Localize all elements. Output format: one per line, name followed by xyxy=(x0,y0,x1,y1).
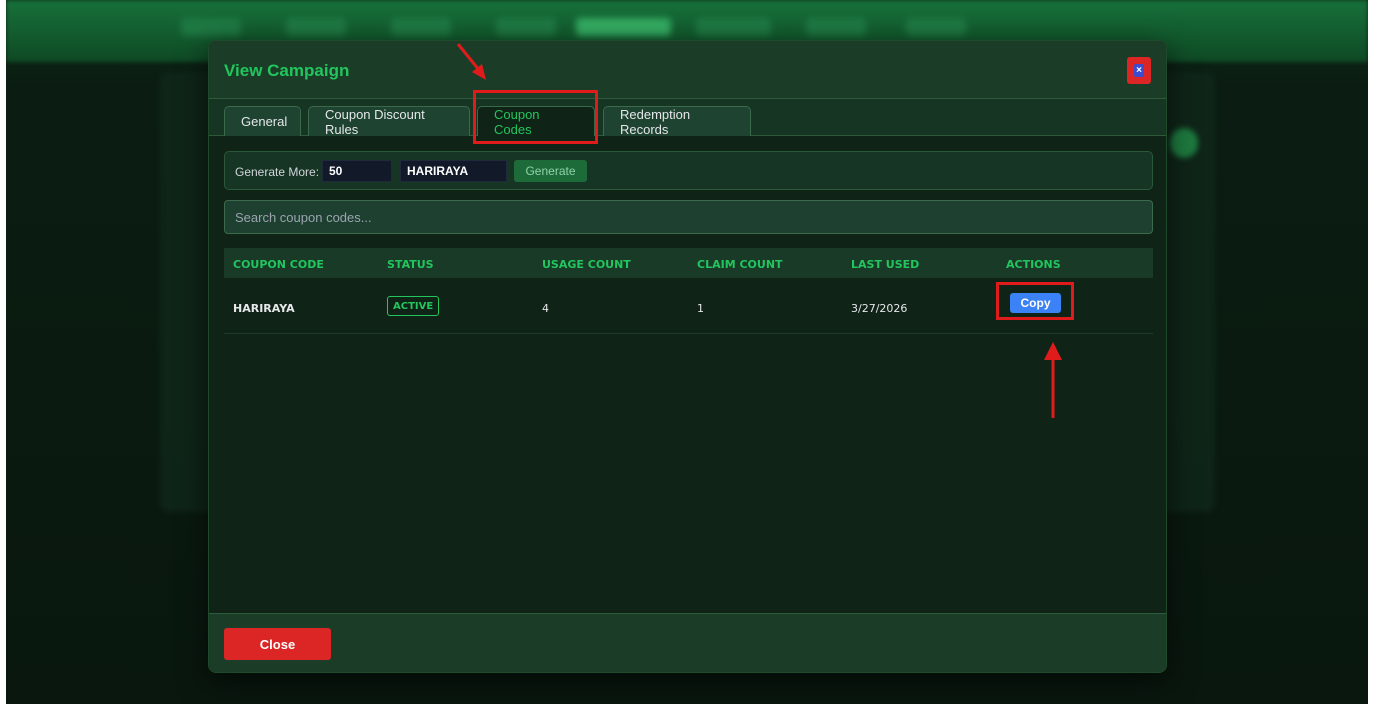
generate-button[interactable]: Generate xyxy=(514,160,587,182)
generate-quantity-input[interactable] xyxy=(322,160,392,182)
modal-close-button[interactable]: × xyxy=(1127,57,1151,84)
header-coupon-code: COUPON CODE xyxy=(233,258,324,271)
tab-bar: General Coupon Discount Rules Coupon Cod… xyxy=(209,99,1166,137)
close-button[interactable]: Close xyxy=(224,628,331,660)
view-campaign-modal: View Campaign × General Coupon Discount … xyxy=(208,40,1167,673)
cell-coupon-code: HARIRAYA xyxy=(233,302,295,315)
generate-more-label: Generate More: xyxy=(235,165,320,179)
header-claim-count: CLAIM COUNT xyxy=(697,258,783,271)
cell-usage-count: 4 xyxy=(542,302,549,315)
generate-prefix-input[interactable] xyxy=(400,160,507,182)
modal-header: View Campaign × xyxy=(209,41,1166,99)
background-button xyxy=(1170,128,1198,158)
left-edge xyxy=(0,0,6,704)
cell-last-used: 3/27/2026 xyxy=(851,302,908,315)
generate-more-bar: Generate More: Generate xyxy=(224,151,1153,190)
header-last-used: LAST USED xyxy=(851,258,920,271)
header-actions: ACTIONS xyxy=(1006,258,1061,271)
header-usage-count: USAGE COUNT xyxy=(542,258,631,271)
modal-title: View Campaign xyxy=(224,61,350,80)
header-status: STATUS xyxy=(387,258,434,271)
close-icon: × xyxy=(1134,64,1144,77)
status-badge: ACTIVE xyxy=(387,296,440,316)
coupon-table-header: COUPON CODE STATUS USAGE COUNT CLAIM COU… xyxy=(224,248,1153,278)
modal-footer: Close xyxy=(209,613,1166,672)
tab-general[interactable]: General xyxy=(224,106,301,136)
tab-coupon-discount-rules[interactable]: Coupon Discount Rules xyxy=(308,106,470,137)
cell-claim-count: 1 xyxy=(697,302,704,315)
highlight-copy-button xyxy=(996,282,1074,320)
arrow-down-right-icon xyxy=(456,43,486,80)
coupon-search-input[interactable] xyxy=(224,200,1153,234)
arrow-up-icon xyxy=(1044,342,1062,418)
right-edge xyxy=(1368,0,1383,704)
highlight-coupon-codes-tab xyxy=(473,90,598,144)
tab-redemption-records[interactable]: Redemption Records xyxy=(603,106,751,137)
